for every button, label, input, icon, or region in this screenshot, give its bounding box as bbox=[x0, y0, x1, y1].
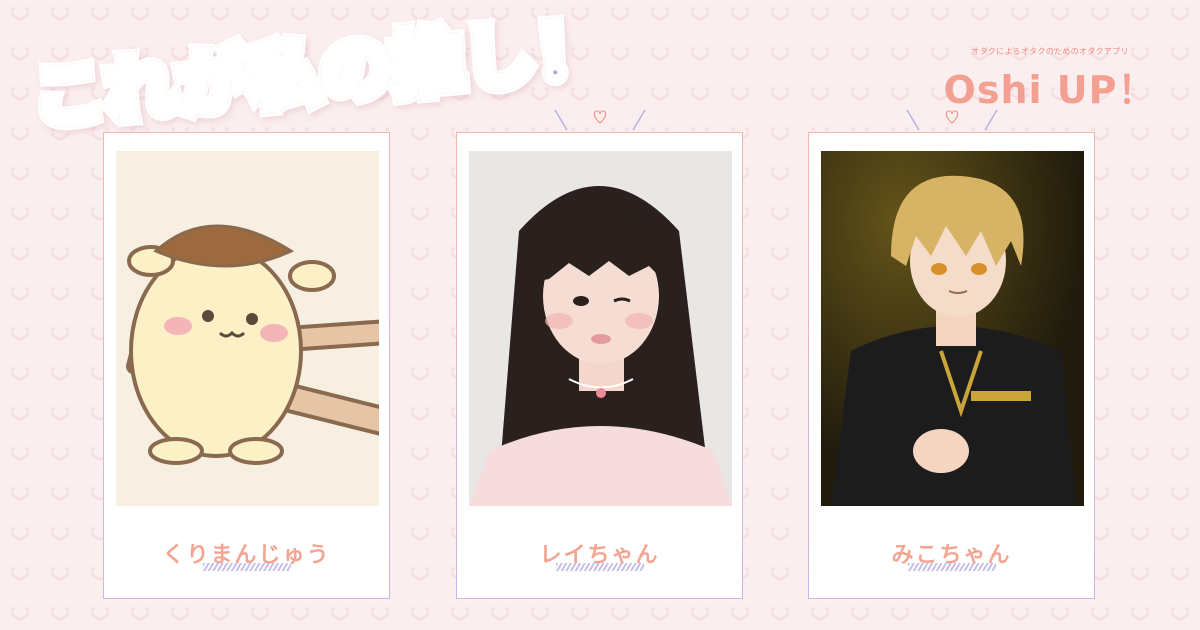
heart-decoration-icon bbox=[905, 109, 998, 131]
oshi-card-2[interactable]: レイちゃん bbox=[456, 109, 743, 599]
name-underline bbox=[555, 563, 644, 571]
app-logo: オタクによるオタクのためのオタクアプリ Oshi UP！ bbox=[930, 46, 1170, 114]
logo-tagline: オタクによるオタクのためのオタクアプリ bbox=[971, 47, 1129, 56]
card-photo-anime bbox=[821, 151, 1084, 506]
heart-decoration-icon bbox=[553, 109, 646, 131]
oshi-card-3[interactable]: みこちゃん bbox=[808, 109, 1095, 599]
oshi-card-1[interactable]: くりまんじゅう bbox=[103, 132, 390, 599]
name-underline bbox=[202, 563, 291, 571]
card-photo-portrait bbox=[469, 151, 732, 506]
name-underline bbox=[907, 563, 996, 571]
card-photo-cartoon bbox=[116, 151, 379, 506]
